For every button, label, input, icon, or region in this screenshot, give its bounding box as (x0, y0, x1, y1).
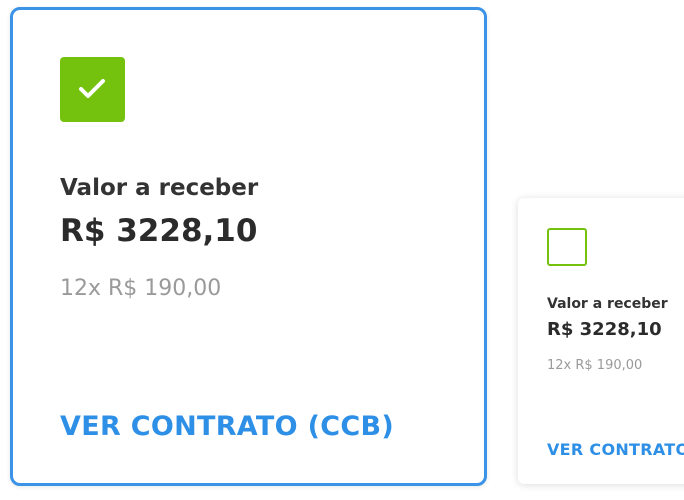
offer-card-selected[interactable]: Valor a receber R$ 3228,10 12x R$ 190,00… (10, 7, 487, 486)
installments-text: 12x R$ 190,00 (547, 358, 643, 373)
checkmark-icon (79, 79, 105, 98)
view-contract-link[interactable]: VER CONTRATO (CCB) (60, 411, 394, 442)
offer-card[interactable]: Valor a receber R$ 3228,10 12x R$ 190,00… (518, 198, 684, 484)
selected-checkbox[interactable] (60, 57, 125, 122)
installments-text: 12x R$ 190,00 (60, 276, 222, 301)
view-contract-link[interactable]: VER CONTRATO (547, 440, 684, 459)
unselected-checkbox[interactable] (547, 228, 587, 266)
amount-label: Valor a receber (547, 296, 668, 312)
amount-value: R$ 3228,10 (60, 213, 258, 249)
amount-value: R$ 3228,10 (547, 319, 662, 340)
amount-label: Valor a receber (60, 175, 259, 201)
